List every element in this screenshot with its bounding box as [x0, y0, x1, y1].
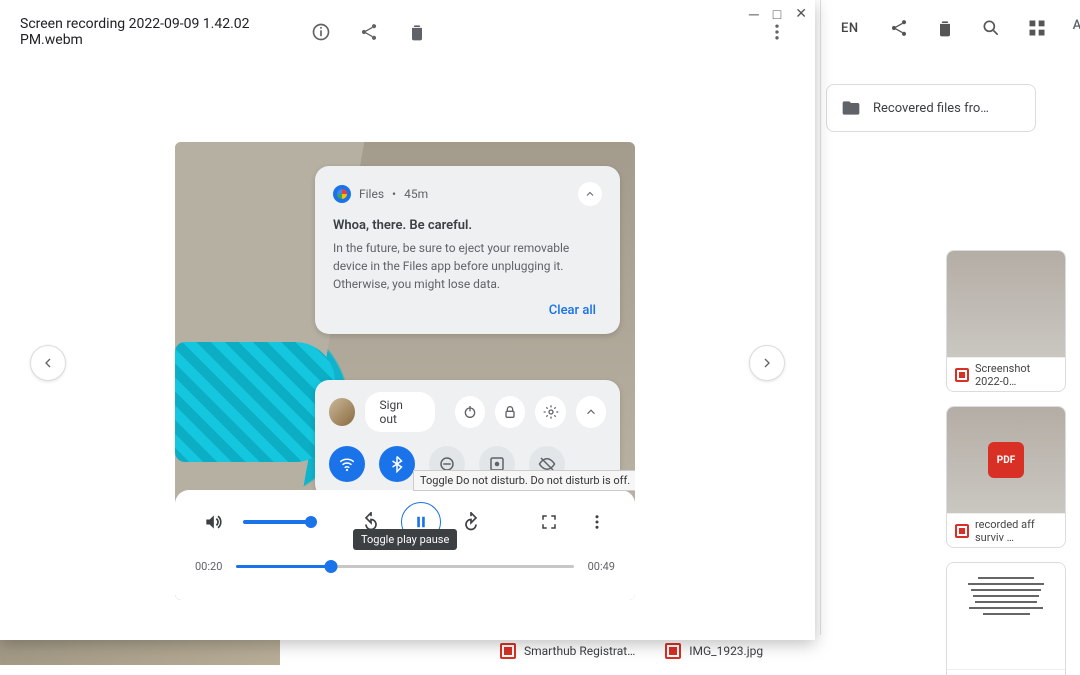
volume-slider[interactable]	[243, 520, 311, 524]
info-button[interactable]	[303, 14, 339, 50]
wifi-toggle[interactable]	[329, 446, 365, 482]
file-chip-img1923[interactable]: IMG_1923.jpg	[665, 643, 763, 659]
viewer-minimize-button[interactable]: ─	[749, 6, 759, 23]
share-icon[interactable]	[889, 18, 909, 38]
fullscreen-button[interactable]	[531, 504, 567, 540]
prev-media-button[interactable]	[30, 345, 66, 381]
clear-all-button[interactable]: Clear all	[333, 293, 602, 320]
search-icon[interactable]	[981, 18, 1001, 38]
forward-10-button[interactable]	[453, 504, 489, 540]
viewer-filename: Screen recording 2022-09-09 1.42.02 PM.w…	[20, 16, 291, 48]
language-badge[interactable]: EN	[841, 21, 859, 36]
notification-app-name: Files	[359, 187, 384, 201]
sort-icon[interactable]: AZ	[1073, 18, 1080, 38]
folder-chip-recovered[interactable]: Recovered files fro…	[826, 84, 1036, 132]
video-frame: Files • 45m Whoa, there. Be careful. In …	[175, 142, 635, 600]
folder-chip-label: Recovered files fro…	[873, 101, 989, 116]
expand-quick-settings-button[interactable]	[576, 396, 606, 428]
thumbnail-column: Screenshot 2022-0… PDF recorded aff surv…	[946, 250, 1066, 675]
user-avatar[interactable]	[329, 398, 355, 426]
pdf-file-icon	[500, 643, 516, 659]
files-toolbar: EN AZ	[821, 0, 1080, 56]
player-more-button[interactable]	[579, 504, 615, 540]
image-file-icon	[665, 643, 681, 659]
next-media-button[interactable]	[749, 345, 785, 381]
delete-icon[interactable]	[935, 18, 955, 38]
play-pause-tooltip: Toggle play pause	[353, 529, 457, 550]
files-content-area: Recovered files fro…	[826, 84, 1066, 132]
seek-duration: 00:49	[588, 560, 615, 573]
chip-label: IMG_1923.jpg	[689, 644, 763, 658]
notification-age: 45m	[404, 187, 428, 201]
bluetooth-toggle[interactable]	[379, 446, 415, 482]
media-viewer-window: ─ □ ✕ Screen recording 2022-09-09 1.42.0…	[0, 0, 815, 640]
file-thumb-screenshot[interactable]: Screenshot 2022-0…	[946, 250, 1066, 392]
seek-progress-fill	[236, 565, 330, 568]
notification-card: Files • 45m Whoa, there. Be careful. In …	[315, 166, 620, 334]
lock-button[interactable]	[495, 396, 525, 428]
video-player-controls: Toggle play pause 00:20 00:49	[175, 490, 635, 600]
thumb-label: Screenshot 2022-0…	[975, 362, 1057, 388]
dot-separator: •	[392, 187, 396, 201]
file-thumb-recorded-aff[interactable]: PDF recorded aff surviv …	[946, 406, 1066, 548]
dnd-tooltip: Toggle Do not disturb. Do not disturb is…	[413, 470, 635, 491]
thumb-label: recorded aff surviv …	[975, 518, 1057, 544]
files-app-icon	[333, 185, 351, 203]
grid-view-icon[interactable]	[1027, 18, 1047, 38]
collapse-notification-button[interactable]	[578, 182, 602, 206]
pdf-file-icon	[955, 524, 969, 538]
file-chip-smarthub[interactable]: Smarthub Registrat…	[500, 643, 635, 659]
share-button[interactable]	[351, 14, 387, 50]
seek-knob[interactable]	[324, 560, 337, 573]
notification-title: Whoa, there. Be careful.	[333, 218, 602, 233]
viewer-maximize-button[interactable]: □	[773, 6, 781, 23]
seek-bar[interactable]	[236, 565, 573, 568]
pdf-badge-icon: PDF	[988, 442, 1024, 478]
viewer-window-controls: ─ □ ✕	[749, 6, 807, 23]
viewer-close-button[interactable]: ✕	[795, 6, 807, 23]
folder-icon	[841, 98, 861, 118]
delete-button[interactable]	[399, 14, 435, 50]
viewer-header: Screen recording 2022-09-09 1.42.02 PM.w…	[0, 0, 815, 64]
chip-label: Smarthub Registrat…	[524, 644, 635, 658]
sign-out-button[interactable]: Sign out	[365, 392, 434, 432]
image-file-icon	[955, 368, 969, 382]
file-thumb-aff-surviv[interactable]: aff surviv for robert.…	[946, 562, 1066, 675]
volume-button[interactable]	[195, 504, 231, 540]
notification-body: In the future, be sure to eject your rem…	[333, 239, 602, 293]
power-button[interactable]	[455, 396, 485, 428]
bottom-file-chips: Smarthub Registrat… IMG_1923.jpg	[500, 643, 763, 659]
seek-current-time: 00:20	[195, 560, 222, 573]
settings-gear-button[interactable]	[535, 396, 565, 428]
